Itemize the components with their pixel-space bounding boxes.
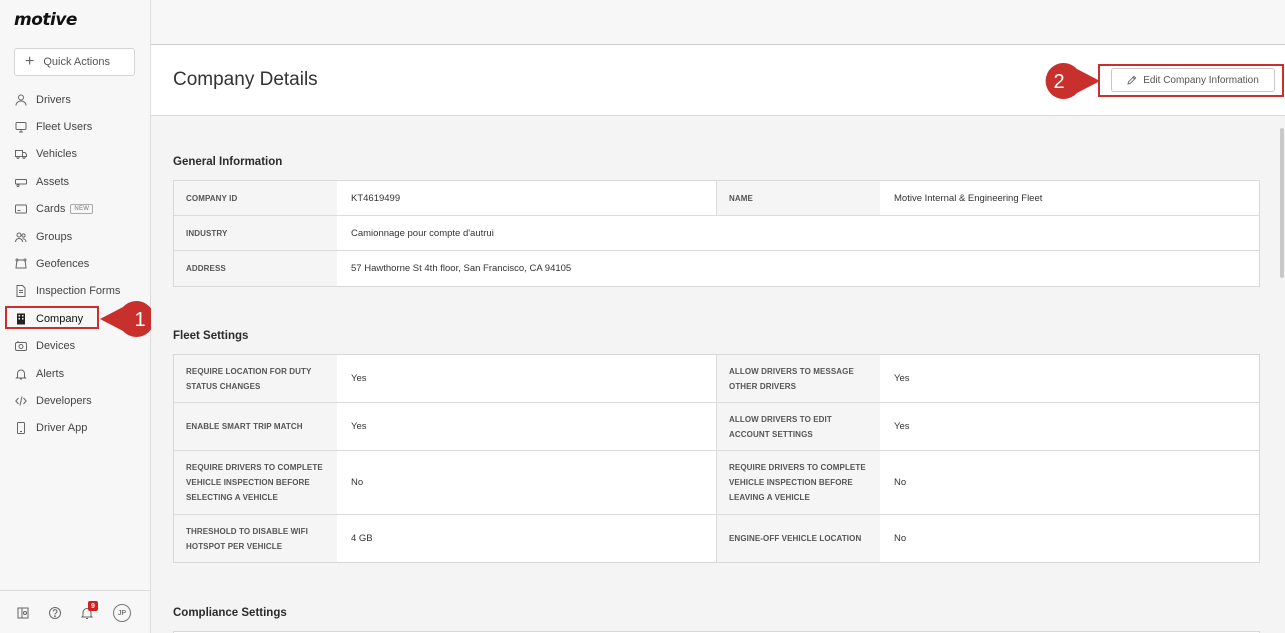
compliance-settings-title: Compliance Settings: [173, 607, 287, 619]
quick-actions-label: Quick Actions: [43, 56, 110, 68]
sidebar-item-cards[interactable]: Cards NEW: [0, 196, 151, 223]
trailer-icon: [15, 176, 27, 188]
document-icon: [15, 285, 27, 298]
setting-value: No: [337, 451, 717, 514]
sidebar-bottom-bar: 9 JP: [0, 590, 151, 633]
device-icon: [15, 340, 27, 352]
sidebar-item-drivers[interactable]: Drivers: [0, 86, 151, 113]
avatar[interactable]: JP: [113, 604, 131, 622]
motive-logo[interactable]: motive: [14, 10, 77, 30]
setting-value: Yes: [894, 421, 910, 432]
sidebar-item-alerts[interactable]: Alerts: [0, 360, 151, 387]
edit-button-label: Edit Company Information: [1143, 74, 1259, 86]
table-row: ADDRESS 57 Hawthorne St 4th floor, San F…: [174, 251, 1259, 286]
sidebar-item-assets[interactable]: Assets: [0, 168, 151, 195]
sidebar-item-label: Drivers: [36, 93, 71, 106]
setting-label: ENGINE-OFF VEHICLE LOCATION: [717, 515, 880, 562]
setting-value: Yes: [337, 403, 717, 450]
setting-value: 4 GB: [337, 515, 717, 562]
quick-actions-button[interactable]: + Quick Actions: [14, 48, 135, 76]
fleet-settings-title: Fleet Settings: [173, 330, 249, 342]
setting-label: ENABLE SMART TRIP MATCH: [174, 403, 337, 450]
sidebar-item-groups[interactable]: Groups: [0, 223, 151, 250]
setting-label: ALLOW DRIVERS TO MESSAGE OTHER DRIVERS: [717, 355, 880, 402]
phone-icon: [15, 422, 27, 435]
sidebar-item-geofences[interactable]: Geofences: [0, 250, 151, 277]
general-information-table: COMPANY ID KT4619499 NAME Motive Interna…: [173, 180, 1260, 287]
sidebar-item-label: Fleet Users: [36, 121, 93, 134]
fleet-settings-table: REQUIRE LOCATION FOR DUTY STATUS CHANGES…: [173, 354, 1260, 563]
sidebar-item-label: Driver App: [36, 422, 88, 435]
top-bar: [151, 0, 1285, 45]
sidebar-item-driver-app[interactable]: Driver App: [0, 415, 151, 442]
sidebar-nav: Drivers Fleet Users Vehicles Assets Card…: [0, 86, 151, 442]
truck-icon: [15, 148, 27, 160]
sidebar-item-label: Inspection Forms: [36, 285, 121, 298]
sidebar-item-label: Devices: [36, 340, 76, 353]
setting-value: Yes: [894, 373, 910, 384]
table-row: INDUSTRY Camionnage pour compte d'autrui: [174, 216, 1259, 251]
table-row: REQUIRE DRIVERS TO COMPLETE VEHICLE INSP…: [174, 451, 1259, 515]
name-value: Motive Internal & Engineering Fleet: [894, 192, 1043, 204]
company-id-label: COMPANY ID: [174, 181, 337, 215]
notification-count-badge: 9: [88, 601, 98, 611]
geofence-icon: [15, 258, 27, 270]
page-header: Company Details 2 Edit Company Informati…: [151, 45, 1285, 116]
sidebar-item-label: Groups: [36, 230, 73, 243]
sidebar-item-label: Developers: [36, 394, 92, 407]
industry-value: Camionnage pour compte d'autrui: [351, 227, 494, 239]
setting-label: THRESHOLD TO DISABLE WIFI HOTSPOT PER VE…: [174, 515, 337, 562]
monitor-icon: [15, 121, 27, 133]
sidebar-item-label: Assets: [36, 175, 70, 188]
sidebar-item-label: Cards: [36, 203, 66, 216]
building-icon: [15, 313, 27, 325]
person-icon: [15, 94, 27, 106]
bell-icon: [15, 368, 27, 380]
new-badge: NEW: [70, 204, 94, 215]
name-label: NAME: [717, 181, 880, 215]
help-icon[interactable]: [48, 606, 62, 620]
table-row: THRESHOLD TO DISABLE WIFI HOTSPOT PER VE…: [174, 515, 1259, 562]
book-icon[interactable]: [16, 606, 30, 620]
scrollbar[interactable]: [1280, 128, 1284, 278]
table-row: ENABLE SMART TRIP MATCH Yes ALLOW DRIVER…: [174, 403, 1259, 451]
step-2-number: 2: [1053, 71, 1064, 93]
groups-icon: [15, 231, 27, 243]
setting-value: No: [894, 477, 907, 488]
sidebar-item-developers[interactable]: Developers: [0, 387, 151, 414]
setting-value: No: [894, 533, 907, 544]
sidebar-item-label: Company: [36, 312, 84, 325]
industry-label: INDUSTRY: [174, 216, 337, 250]
table-row: COMPANY ID KT4619499 NAME Motive Interna…: [174, 181, 1259, 216]
general-information-title: General Information: [173, 156, 283, 168]
address-label: ADDRESS: [174, 251, 337, 286]
setting-label: REQUIRE DRIVERS TO COMPLETE VEHICLE INSP…: [174, 451, 337, 514]
address-value: 57 Hawthorne St 4th floor, San Francisco…: [351, 263, 572, 274]
step-1-number: 1: [134, 309, 145, 331]
step-2-callout: 2: [1045, 63, 1100, 99]
plus-icon: +: [25, 53, 35, 70]
setting-label: REQUIRE LOCATION FOR DUTY STATUS CHANGES: [174, 355, 337, 402]
sidebar-item-fleet-users[interactable]: Fleet Users: [0, 113, 151, 140]
sidebar-item-label: Geofences: [36, 258, 90, 271]
sidebar: motive + Quick Actions Drivers Fleet Use…: [0, 0, 155, 633]
card-icon: [15, 203, 27, 215]
code-icon: [15, 395, 27, 407]
main-content[interactable]: General Information COMPANY ID KT4619499…: [151, 116, 1285, 633]
sidebar-item-vehicles[interactable]: Vehicles: [0, 141, 151, 168]
edit-company-information-button[interactable]: Edit Company Information: [1111, 68, 1275, 92]
setting-value: Yes: [337, 355, 717, 402]
sidebar-item-label: Alerts: [36, 367, 65, 380]
pencil-icon: [1127, 75, 1137, 85]
page-title: Company Details: [173, 69, 318, 90]
setting-label: ALLOW DRIVERS TO EDIT ACCOUNT SETTINGS: [717, 403, 880, 450]
setting-label: REQUIRE DRIVERS TO COMPLETE VEHICLE INSP…: [717, 451, 880, 514]
table-row: REQUIRE LOCATION FOR DUTY STATUS CHANGES…: [174, 355, 1259, 403]
company-id-value: KT4619499: [337, 181, 717, 215]
sidebar-item-label: Vehicles: [36, 148, 77, 161]
